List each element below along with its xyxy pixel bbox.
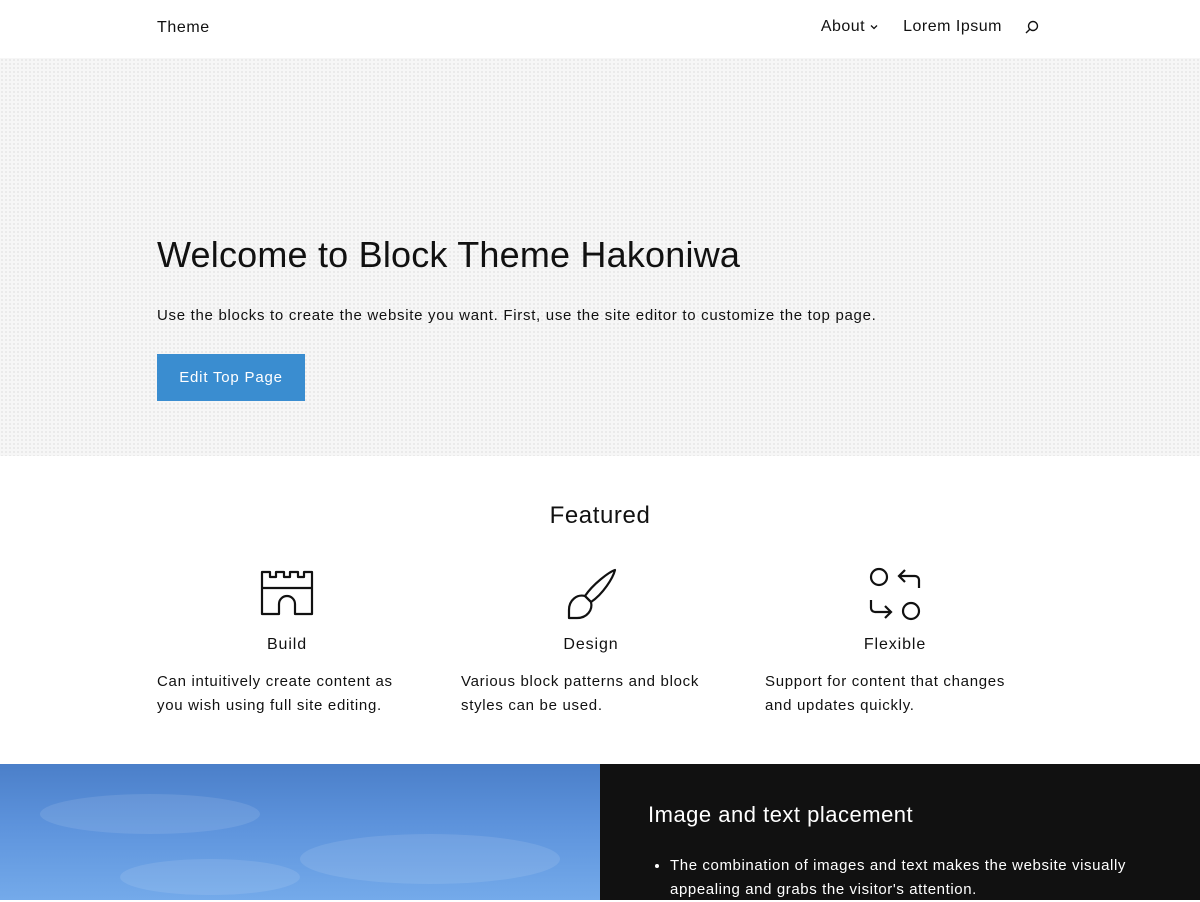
feature-title: Flexible	[863, 636, 927, 653]
hero-section: Welcome to Block Theme Hakoniwa Use the …	[0, 58, 1200, 456]
feature-build: Build Can intuitively create content as …	[157, 566, 417, 718]
media-text-heading: Image and text placement	[648, 802, 914, 827]
site-title-link[interactable]: Theme	[157, 19, 210, 37]
hero-title: Welcome to Block Theme Hakoniwa	[157, 234, 741, 275]
featured-heading: Featured	[549, 502, 651, 529]
feature-title: Build	[266, 636, 308, 653]
flexible-arrows-icon	[869, 567, 921, 621]
nav-item-lorem-ipsum[interactable]: Lorem Ipsum	[903, 18, 1002, 36]
chevron-down-icon	[870, 25, 878, 30]
featured-section: Featured Build Can intuitively create co…	[0, 456, 1200, 764]
castle-icon	[260, 570, 314, 616]
nav-item-about[interactable]: About	[821, 18, 879, 36]
feature-design: Design Various block patterns and block …	[461, 566, 721, 718]
hero-description: Use the blocks to create the website you…	[157, 307, 877, 324]
sky-image	[0, 764, 600, 900]
search-icon[interactable]	[1024, 19, 1040, 35]
media-text-list: The combination of images and text makes…	[648, 854, 1140, 902]
media-text-section: Image and text placement The combination…	[0, 764, 1200, 900]
edit-top-page-button[interactable]: Edit Top Page	[157, 354, 305, 401]
feature-flexible: Flexible Support for content that change…	[765, 566, 1025, 718]
feature-title: Design	[563, 636, 619, 653]
feature-text: Various block patterns and block styles …	[461, 673, 700, 714]
main-navigation: About Lorem Ipsum	[821, 18, 1040, 36]
list-item: The combination of images and text makes…	[670, 854, 1140, 902]
feature-text: Support for content that changes and upd…	[765, 673, 1006, 714]
media-text-panel: Image and text placement The combination…	[600, 764, 1200, 900]
feature-text: Can intuitively create content as you wi…	[157, 673, 393, 714]
nav-item-label: Lorem Ipsum	[903, 18, 1002, 35]
nav-item-label: About	[820, 18, 866, 35]
site-header: Theme About Lorem Ipsum	[0, 0, 1200, 58]
brush-icon	[567, 568, 617, 620]
